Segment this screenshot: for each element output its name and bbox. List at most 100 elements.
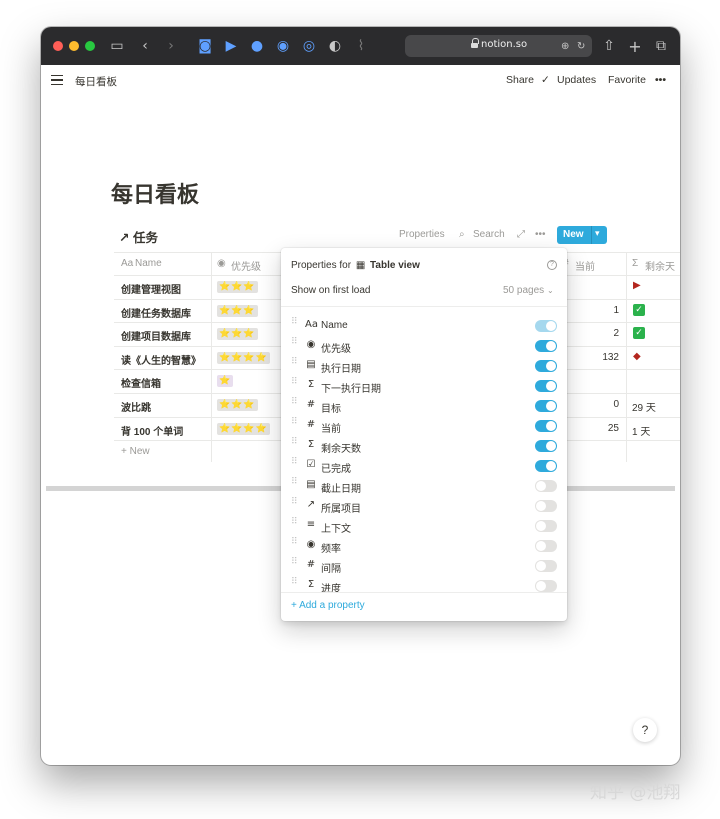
property-visibility-toggle[interactable] [535, 580, 557, 592]
chevron-down-icon[interactable]: ▾ [595, 228, 600, 239]
property-visibility-toggle[interactable] [535, 560, 557, 572]
remaining-column-header[interactable]: 剩余天 [645, 258, 675, 273]
pages-dropdown[interactable]: 50 pages ⌄ [503, 285, 554, 296]
more-icon[interactable]: ••• [535, 229, 546, 240]
drag-handle-icon[interactable]: ⠿ [291, 558, 298, 571]
row-name[interactable]: 背 100 个单词 [121, 423, 183, 438]
sidebar-icon[interactable]: ▭ [109, 37, 125, 55]
current-value[interactable]: 0 [579, 399, 619, 410]
property-row[interactable]: ⠿ ▤ 截止日期 [281, 476, 567, 496]
name-column-header[interactable]: Name [135, 258, 162, 269]
shield-icon[interactable]: ◐ [327, 37, 343, 55]
drag-handle-icon[interactable]: ⠿ [291, 378, 298, 391]
property-row[interactable]: ⠿ ▤ 执行日期 [281, 356, 567, 376]
property-visibility-toggle[interactable] [535, 400, 557, 412]
priority-column-header[interactable]: 优先级 [231, 258, 261, 273]
drag-handle-icon[interactable]: ⠿ [291, 518, 298, 531]
extension-icon[interactable]: ▶ [223, 37, 239, 55]
property-row[interactable]: ⠿ ◉ 频率 [281, 536, 567, 556]
priority-tag[interactable]: ⭐⭐⭐ [217, 304, 258, 317]
new-tab-icon[interactable]: + [627, 37, 643, 56]
current-value[interactable]: 132 [579, 352, 619, 363]
property-visibility-toggle[interactable] [535, 460, 557, 472]
zoom-window-button[interactable] [85, 41, 95, 51]
help-icon[interactable]: ? [547, 260, 557, 270]
translate-icon[interactable]: ⊕ [561, 37, 569, 55]
tabs-icon[interactable]: ⧉ [653, 37, 669, 55]
database-title[interactable]: ↗ 任务 [119, 227, 158, 246]
priority-tag[interactable]: ⭐⭐⭐⭐ [217, 422, 270, 435]
reload-icon[interactable]: ↻ [577, 37, 585, 55]
property-visibility-toggle[interactable] [535, 380, 557, 392]
drag-handle-icon[interactable]: ⠿ [291, 538, 298, 551]
extension-icon[interactable]: ◉ [275, 37, 291, 55]
property-row[interactable]: ⠿ Σ 下一执行日期 [281, 376, 567, 396]
drag-handle-icon[interactable]: ⠿ [291, 578, 298, 591]
property-visibility-toggle[interactable] [535, 440, 557, 452]
drag-handle-icon[interactable]: ⠿ [291, 358, 298, 371]
property-row[interactable]: ⠿ ≡ 上下文 [281, 516, 567, 536]
property-visibility-toggle[interactable] [535, 540, 557, 552]
extension-icon[interactable]: ◎ [301, 37, 317, 55]
current-column-header[interactable]: 当前 [575, 258, 595, 273]
minimize-window-button[interactable] [69, 41, 79, 51]
row-name[interactable]: 读《人生的智慧》 [121, 352, 201, 367]
priority-tag[interactable]: ⭐⭐⭐ [217, 281, 258, 293]
help-button[interactable]: ? [633, 718, 657, 742]
add-property-button[interactable]: + Add a property [291, 600, 365, 611]
share-icon[interactable]: ⇧ [601, 37, 617, 55]
add-row-button[interactable]: + New [121, 446, 150, 457]
drag-handle-icon[interactable]: ⠿ [291, 498, 298, 511]
current-value[interactable]: 1 [579, 305, 619, 316]
priority-tag[interactable]: ⭐ [217, 375, 234, 388]
pocket-icon[interactable]: ◙ [197, 37, 213, 55]
drag-handle-icon[interactable]: ⠿ [291, 338, 298, 351]
row-name[interactable]: 创建项目数据库 [121, 328, 191, 343]
share-button[interactable]: Share [506, 74, 534, 86]
property-visibility-toggle[interactable] [535, 340, 557, 352]
property-row[interactable]: ⠿ Σ 剩余天数 [281, 436, 567, 456]
drag-handle-icon[interactable]: ⠿ [291, 478, 298, 491]
property-visibility-toggle[interactable] [535, 480, 557, 492]
row-name[interactable]: 检查信箱 [121, 375, 161, 390]
breadcrumb[interactable]: 每日看板 [75, 74, 117, 89]
address-bar[interactable]: notion.so ⊕ ↻ [405, 35, 592, 57]
property-visibility-toggle[interactable] [535, 500, 557, 512]
properties-button[interactable]: Properties [399, 229, 445, 240]
more-icon[interactable]: ••• [655, 74, 666, 86]
property-visibility-toggle[interactable] [535, 520, 557, 532]
property-row[interactable]: ⠿ ◉ 优先级 [281, 336, 567, 356]
property-row[interactable]: ⠿ # 目标 [281, 396, 567, 416]
property-row[interactable]: ⠿ Aa Name [281, 316, 567, 336]
search-icon[interactable]: ⌕ [459, 229, 465, 240]
property-row[interactable]: ⠿ Σ 进度 [281, 576, 567, 596]
forward-icon[interactable]: › [165, 37, 177, 55]
property-visibility-toggle[interactable] [535, 420, 557, 432]
priority-tag[interactable]: ⭐⭐⭐⭐ [217, 351, 270, 364]
drag-handle-icon[interactable]: ⠿ [291, 398, 298, 411]
drag-handle-icon[interactable]: ⠿ [291, 438, 298, 451]
priority-tag[interactable]: ⭐⭐⭐ [217, 399, 258, 411]
property-row[interactable]: ⠿ ↗ 所属项目 [281, 496, 567, 516]
rss-icon[interactable]: ⌇ [353, 37, 369, 55]
drag-handle-icon[interactable]: ⠿ [291, 418, 298, 431]
back-icon[interactable]: ‹ [139, 37, 151, 55]
updates-button[interactable]: Updates [557, 74, 596, 86]
row-name[interactable]: 波比跳 [121, 399, 151, 414]
row-name[interactable]: 创建任务数据库 [121, 305, 191, 320]
menu-icon[interactable] [51, 75, 63, 85]
new-button[interactable]: New ▾ [557, 226, 607, 244]
current-value[interactable]: 25 [579, 423, 619, 434]
close-window-button[interactable] [53, 41, 63, 51]
property-row[interactable]: ⠿ ☑ 已完成 [281, 456, 567, 476]
priority-tag[interactable]: ⭐⭐⭐ [217, 328, 258, 341]
property-row[interactable]: ⠿ # 当前 [281, 416, 567, 436]
drag-handle-icon[interactable]: ⠿ [291, 318, 298, 331]
row-name[interactable]: 创建管理视图 [121, 281, 181, 296]
extension-icon[interactable]: ● [249, 37, 265, 55]
drag-handle-icon[interactable]: ⠿ [291, 458, 298, 471]
current-value[interactable]: 2 [579, 328, 619, 339]
property-visibility-toggle[interactable] [535, 320, 557, 332]
favorite-button[interactable]: Favorite [608, 74, 646, 86]
property-visibility-toggle[interactable] [535, 360, 557, 372]
